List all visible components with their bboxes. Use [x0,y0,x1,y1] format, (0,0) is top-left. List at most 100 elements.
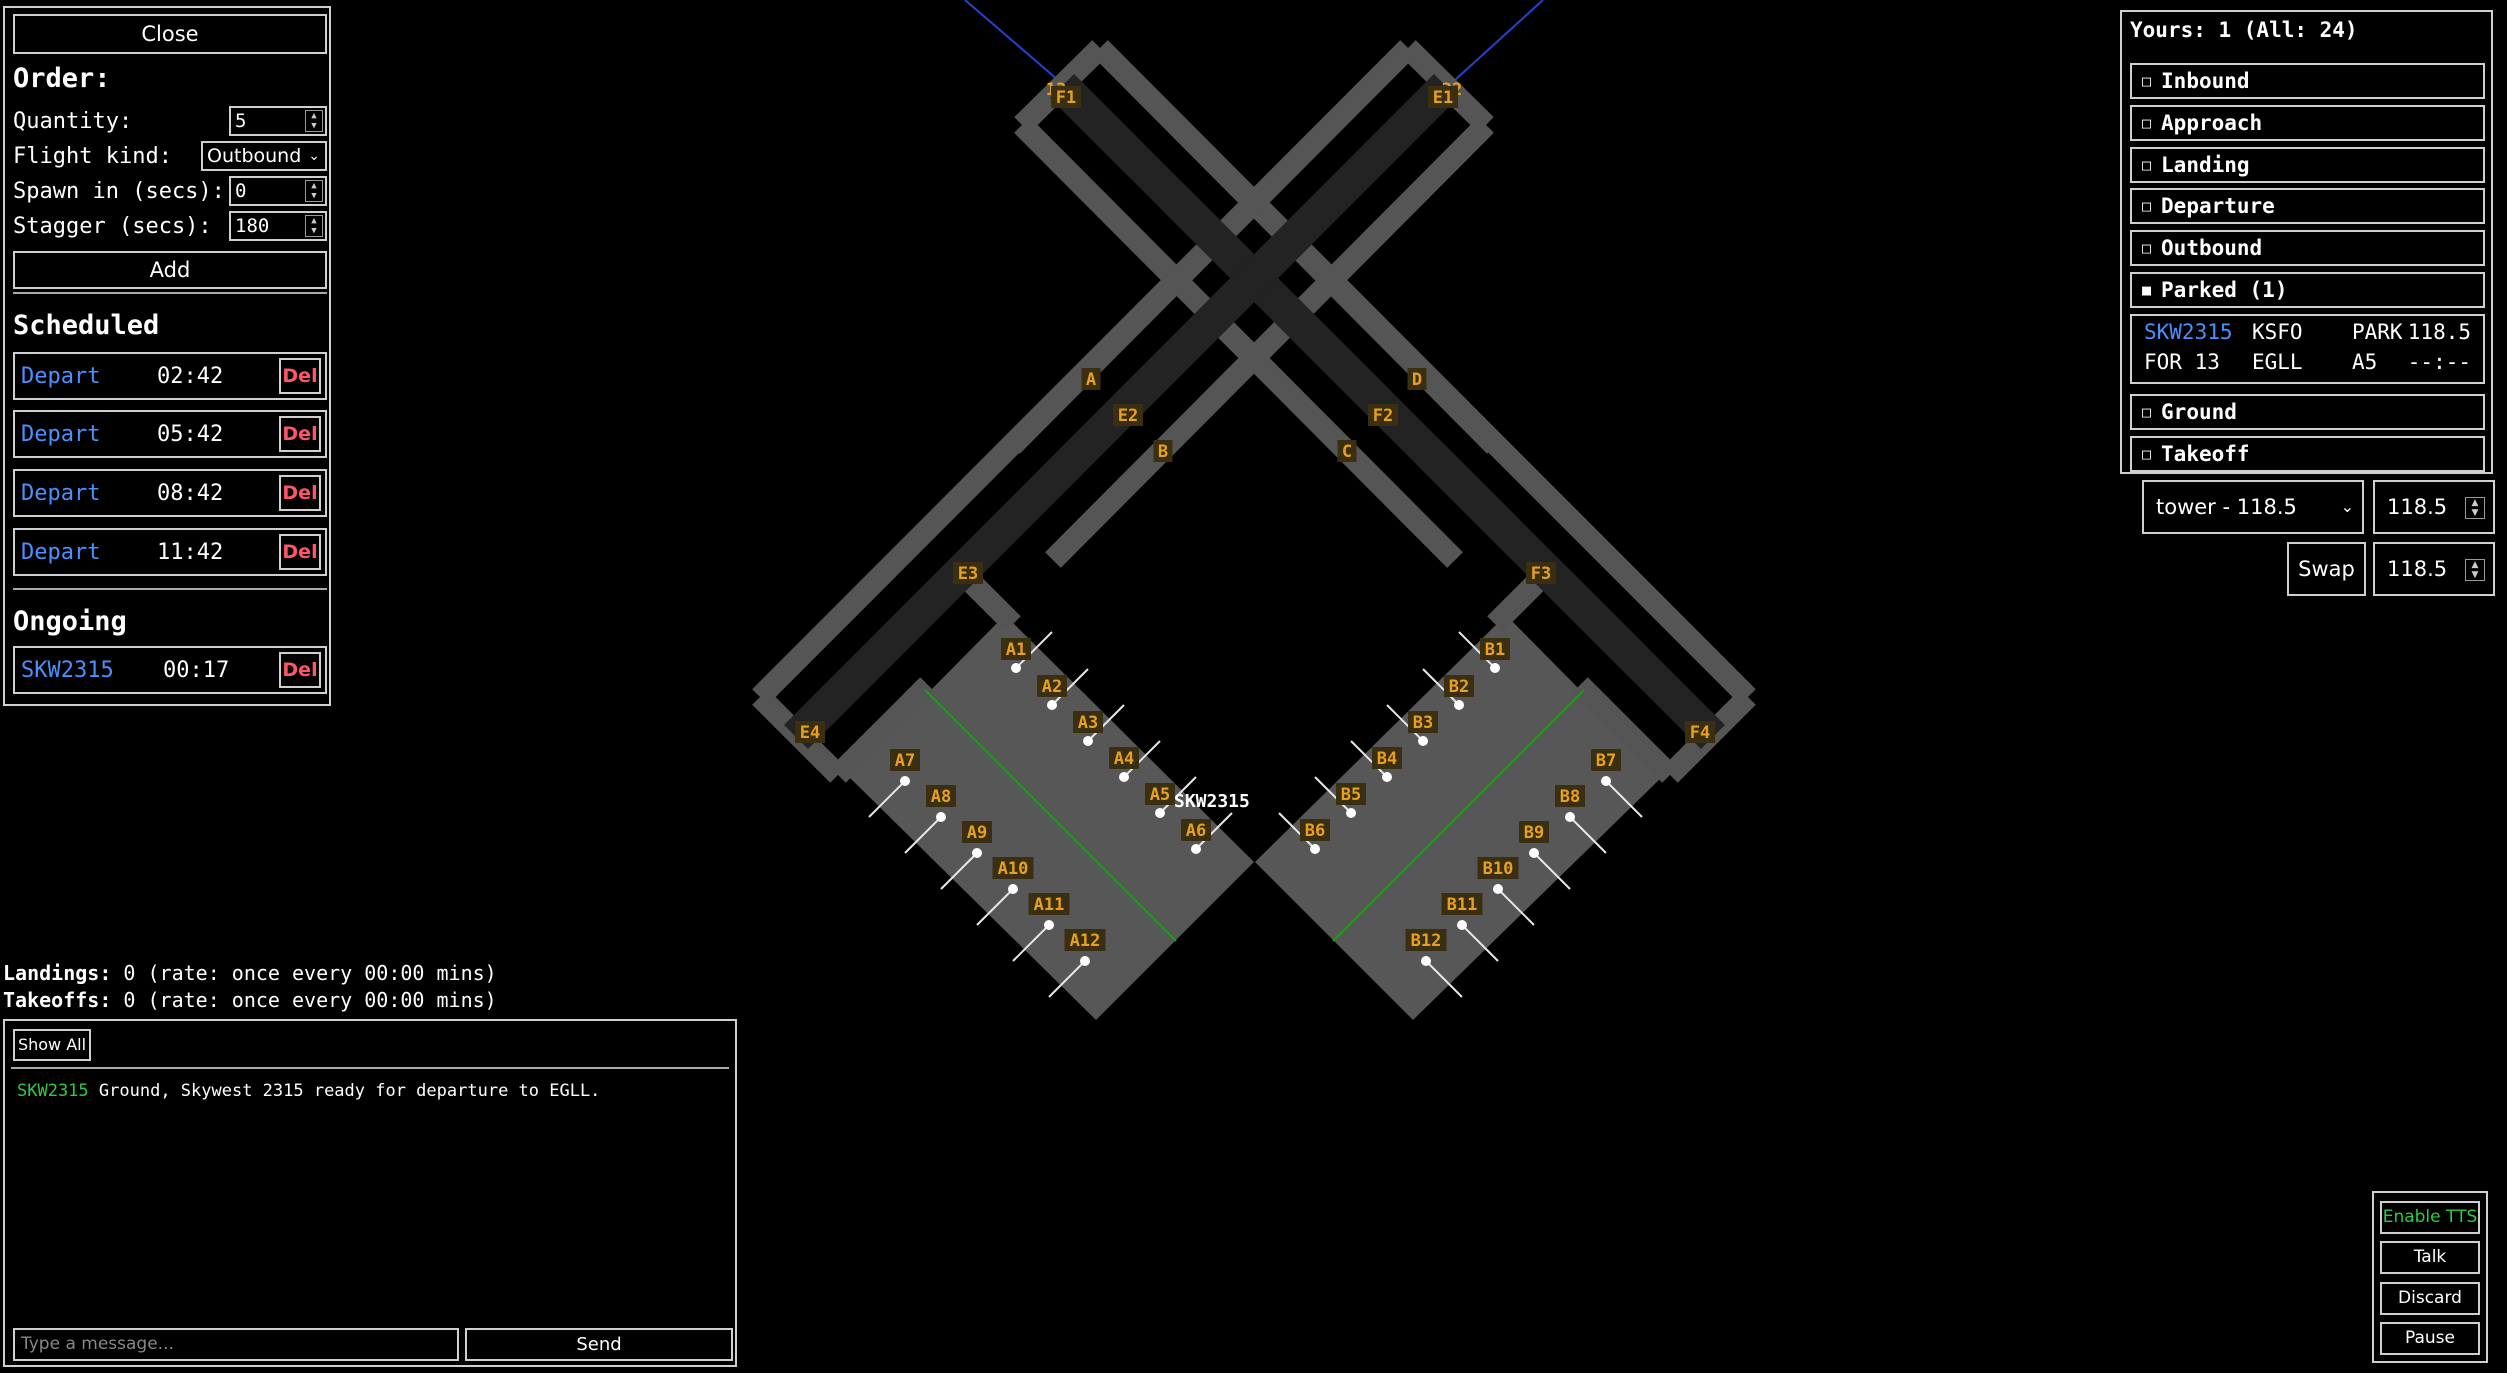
scheduled-kind[interactable]: Depart [21,540,100,565]
gate-label-b: B12 [1411,931,1442,951]
stagger-row: Stagger (secs): 180 ▲ ▼ [13,211,327,243]
strip-status: PARK [2352,320,2403,344]
secondary-frequency-input[interactable]: 118.5 ▲ ▼ [2373,542,2495,596]
gate-marker [936,812,946,822]
checkbox-icon[interactable]: □ [2142,197,2151,215]
approach-line [1454,0,1544,81]
scheduled-time: 11:42 [157,540,224,565]
spawn-input[interactable]: 0 ▲ ▼ [229,176,327,206]
gate-label-a: A6 [1186,821,1206,841]
flight-kind-select[interactable]: Outbound ⌄ [201,141,327,171]
strip-callsign: SKW2315 [2144,320,2233,344]
ongoing-heading: Ongoing [13,606,127,637]
stagger-label: Stagger (secs): [13,214,212,239]
delete-button[interactable]: Del [279,416,321,452]
gate-label-b: B1 [1485,640,1505,660]
gate-label-b: B9 [1524,823,1544,843]
landings-label: Landings: [3,961,112,985]
add-button[interactable]: Add [13,251,327,289]
gate-label-a: A9 [967,823,987,843]
frequency-spinner-icon[interactable]: ▲ ▼ [2465,497,2485,519]
strip-runway: FOR 13 [2144,350,2220,374]
chevron-down-icon: ⌄ [2340,497,2354,516]
quantity-input[interactable]: 5 ▲ ▼ [229,106,327,136]
quantity-spinner-icon[interactable]: ▲ ▼ [305,110,323,132]
gate-marker [1008,884,1018,894]
message-callsign[interactable]: SKW2315 [17,1081,89,1101]
scheduled-item: Depart 02:42 Del [13,352,327,400]
delete-button[interactable]: Del [279,475,321,511]
gate-marker [1191,844,1201,854]
spawn-spinner-icon[interactable]: ▲ ▼ [305,180,323,202]
taxiway-label: F3 [1531,564,1551,584]
checkbox-icon[interactable]: □ [2142,114,2151,132]
gate-marker [1601,776,1611,786]
scheduled-kind[interactable]: Depart [21,481,100,506]
taxiway-label: F2 [1373,406,1393,426]
scheduled-heading: Scheduled [13,310,160,341]
category-landing[interactable]: □ Landing [2130,147,2485,183]
gate-marker [1119,772,1129,782]
gate-marker [1529,848,1539,858]
stagger-input[interactable]: 180 ▲ ▼ [229,211,327,241]
primary-frequency-input[interactable]: 118.5 ▲ ▼ [2373,480,2495,534]
pause-button[interactable]: Pause [2380,1322,2480,1355]
talk-button[interactable]: Talk [2380,1241,2480,1274]
category-departure[interactable]: □ Departure [2130,188,2485,224]
category-parked[interactable]: ■ Parked (1) [2130,272,2485,308]
swap-button[interactable]: Swap [2287,542,2366,596]
checkbox-icon[interactable]: □ [2142,445,2151,463]
ongoing-callsign[interactable]: SKW2315 [21,658,114,683]
gate-label-b: B8 [1560,787,1580,807]
gate-label-a: A5 [1150,785,1170,805]
delete-button[interactable]: Del [279,358,321,394]
delete-button[interactable]: Del [279,652,321,688]
strips-header: Yours: 1 (All: 24) [2130,18,2358,42]
close-button[interactable]: Close [13,14,327,54]
gate-marker [1047,700,1057,710]
stats: Landings: 0 (rate: once every 00:00 mins… [3,960,497,1014]
gate-label-b: B10 [1483,859,1514,879]
gate-marker [1346,808,1356,818]
strip-frequency: 118.5 [2407,320,2471,344]
discard-button[interactable]: Discard [2380,1282,2480,1315]
stagger-spinner-icon[interactable]: ▲ ▼ [305,215,323,237]
message-input[interactable]: Type a message... [13,1328,459,1361]
gate-label-b: B3 [1413,713,1433,733]
gate-label-b: B5 [1341,785,1361,805]
frequency-spinner-icon[interactable]: ▲ ▼ [2465,559,2485,581]
category-outbound[interactable]: □ Outbound [2130,230,2485,266]
category-ground[interactable]: □ Ground [2130,394,2485,430]
gate-marker [1083,736,1093,746]
gate-marker [1421,956,1431,966]
gate-label-a: A12 [1070,931,1101,951]
flight-strip[interactable]: SKW2315 KSFO PARK 118.5 FOR 13 EGLL A5 -… [2130,314,2485,384]
taxiway-label: F1 [1056,88,1076,108]
gate-label-b: B7 [1596,751,1616,771]
taxiway-label: E4 [800,723,820,743]
category-inbound[interactable]: □ Inbound [2130,63,2485,99]
scheduled-kind[interactable]: Depart [21,422,100,447]
category-takeoff[interactable]: □ Takeoff [2130,436,2485,472]
category-approach[interactable]: □ Approach [2130,105,2485,141]
send-button[interactable]: Send [465,1328,733,1361]
gate-marker [900,776,910,786]
checkbox-checked-icon[interactable]: ■ [2142,281,2151,299]
gate-label-b: B2 [1449,677,1469,697]
gate-marker [1382,772,1392,782]
frequency-select[interactable]: tower - 118.5 ⌄ [2142,480,2364,534]
checkbox-icon[interactable]: □ [2142,403,2151,421]
enable-tts-button[interactable]: Enable TTS [2380,1201,2480,1234]
scheduled-kind[interactable]: Depart [21,364,100,389]
takeoffs-label: Takeoffs: [3,988,112,1012]
flight-kind-row: Flight kind: Outbound ⌄ [13,141,327,173]
delete-button[interactable]: Del [279,534,321,570]
show-all-button[interactable]: Show All [13,1029,91,1061]
checkbox-icon[interactable]: □ [2142,156,2151,174]
divider [13,292,327,294]
checkbox-icon[interactable]: □ [2142,72,2151,90]
gate-label-a: A3 [1078,713,1098,733]
checkbox-icon[interactable]: □ [2142,239,2151,257]
scheduled-time: 05:42 [157,422,224,447]
taxiway-label: E2 [1118,406,1138,426]
